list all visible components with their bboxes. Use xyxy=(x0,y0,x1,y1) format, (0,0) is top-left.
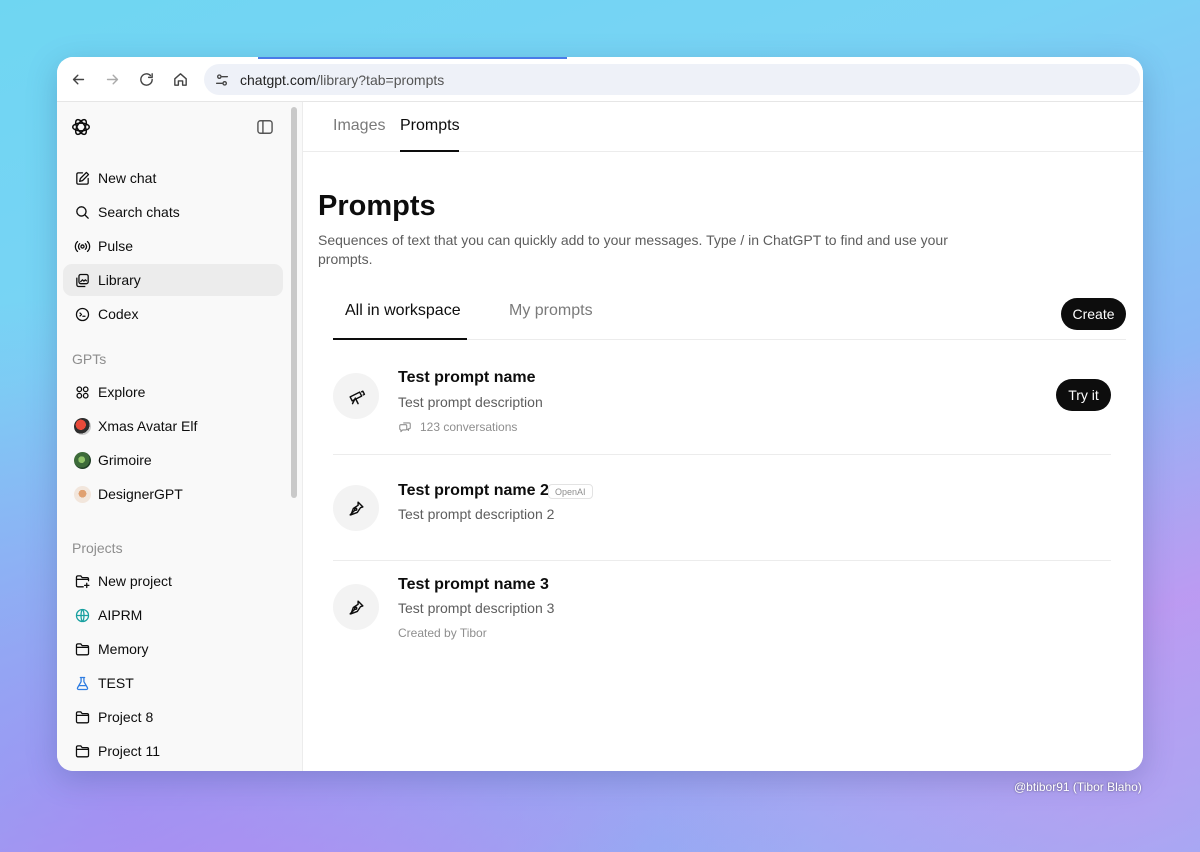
home-icon xyxy=(173,72,187,86)
sidebar-item-label: Pulse xyxy=(98,238,134,254)
sidebar-item-library[interactable]: Library xyxy=(63,264,283,296)
site-settings-icon[interactable] xyxy=(212,70,232,90)
sidebar-item-project-8[interactable]: Project 8 xyxy=(63,701,283,733)
sidebar-item-aiprm[interactable]: AIPRM xyxy=(63,599,283,631)
sidebar-item-label: TEST xyxy=(98,675,134,691)
prompt-description: Test prompt description 3 xyxy=(398,600,555,616)
folder-plus-icon xyxy=(73,572,91,590)
browser-window: chatgpt.com/library?tab=prompts New chat… xyxy=(57,57,1143,771)
sidebar-item-label: AIPRM xyxy=(98,607,143,623)
forward-button[interactable] xyxy=(101,68,123,90)
folder-icon xyxy=(73,742,91,760)
prompt-description: Test prompt description xyxy=(398,394,543,410)
sidebar-item-label: New project xyxy=(98,573,172,589)
tab-images[interactable]: Images xyxy=(333,117,385,135)
pen-nib-icon xyxy=(333,584,379,630)
page-description: Sequences of text that you can quickly a… xyxy=(318,232,948,267)
url-path: /library?tab=prompts xyxy=(316,71,445,88)
search-icon xyxy=(73,203,91,221)
gpts-heading: GPTs xyxy=(72,351,107,367)
folder-icon xyxy=(73,708,91,726)
prompt-row[interactable]: Test prompt name 2 OpenAI Test prompt de… xyxy=(333,455,1111,561)
sidebar-item-new-project[interactable]: New project xyxy=(63,565,283,597)
sidebar-item-label: Codex xyxy=(98,306,139,322)
back-button[interactable] xyxy=(67,68,89,90)
sidebar-item-explore[interactable]: Explore xyxy=(63,376,283,408)
address-bar[interactable]: chatgpt.com/library?tab=prompts xyxy=(204,64,1140,95)
reload-icon xyxy=(139,72,153,86)
prompt-name: Test prompt name 3 xyxy=(398,576,549,593)
prompt-author: Created by Tibor xyxy=(398,626,487,640)
grimoire-avatar xyxy=(73,451,91,469)
sidebar-item-label: New chat xyxy=(98,170,157,186)
sidebar-item-label: Memory xyxy=(98,641,149,657)
create-button[interactable]: Create xyxy=(1061,298,1126,330)
prompt-name: Test prompt name xyxy=(398,369,536,386)
url-host: chatgpt.com xyxy=(240,71,317,88)
sidebar-item-memory[interactable]: Memory xyxy=(63,633,283,665)
sidebar-item-test[interactable]: TEST xyxy=(63,667,283,699)
designergpt-avatar xyxy=(73,485,91,503)
sidebar-item-xmas-avatar-elf[interactable]: Xmas Avatar Elf xyxy=(63,410,283,442)
reload-button[interactable] xyxy=(135,68,157,90)
page-load-progress xyxy=(258,57,567,59)
tab-prompts[interactable]: Prompts xyxy=(400,117,460,135)
sidebar-item-codex[interactable]: Codex xyxy=(63,298,283,330)
prompt-author-text: Created by Tibor xyxy=(398,626,487,640)
sidebar-item-grimoire[interactable]: Grimoire xyxy=(63,444,283,476)
library-icon xyxy=(73,271,91,289)
chats-icon xyxy=(399,422,411,433)
try-it-button[interactable]: Try it xyxy=(1056,379,1111,411)
prompt-filter-tabs: All in workspace My prompts xyxy=(333,292,1126,340)
openai-badge: OpenAI xyxy=(548,484,593,499)
sidebar-scrollbar[interactable] xyxy=(291,107,297,498)
sidebar-item-label: Search chats xyxy=(98,204,180,220)
active-subtab-indicator xyxy=(333,338,467,340)
prompt-row[interactable]: Test prompt name Test prompt description… xyxy=(333,352,1111,455)
prompt-name: Test prompt name 2 xyxy=(398,482,549,499)
toggle-sidebar-icon[interactable] xyxy=(255,117,275,137)
sidebar-item-project-11[interactable]: Project 11 xyxy=(63,735,283,767)
page-title: Prompts xyxy=(318,190,436,222)
subtab-all-in-workspace[interactable]: All in workspace xyxy=(345,302,461,320)
prompt-usage-text: 123 conversations xyxy=(420,420,518,434)
explore-icon xyxy=(73,383,91,401)
compose-icon xyxy=(73,169,91,187)
sidebar-item-label: DesignerGPT xyxy=(98,486,183,502)
sidebar-item-label: Project 8 xyxy=(98,709,154,725)
active-tab-indicator xyxy=(400,150,459,152)
sidebar-item-pulse[interactable]: Pulse xyxy=(63,230,283,262)
sidebar-item-label: Xmas Avatar Elf xyxy=(98,418,198,434)
main-content: Images Prompts Prompts Sequences of text… xyxy=(303,102,1143,771)
sidebar-item-designergpt[interactable]: DesignerGPT xyxy=(63,478,283,510)
arrow-right-icon xyxy=(106,74,118,84)
prompt-usage: 123 conversations xyxy=(398,420,517,434)
subtab-my-prompts[interactable]: My prompts xyxy=(509,302,593,320)
prompt-description: Test prompt description 2 xyxy=(398,506,555,522)
author-credit: @btibor91 (Tibor Blaho) xyxy=(1014,780,1142,794)
telescope-icon xyxy=(333,373,379,419)
url-text: chatgpt.com/library?tab=prompts xyxy=(240,72,444,88)
sidebar: New chat Search chats Pulse Library Code… xyxy=(57,102,303,771)
browser-toolbar: chatgpt.com/library?tab=prompts xyxy=(57,57,1143,102)
sidebar-item-label: Explore xyxy=(98,384,146,400)
pulse-icon xyxy=(73,237,91,255)
openai-logo-icon[interactable] xyxy=(70,116,92,138)
arrow-left-icon xyxy=(72,74,84,84)
flask-icon xyxy=(73,674,91,692)
sidebar-item-label: Grimoire xyxy=(98,452,152,468)
pen-nib-icon xyxy=(333,485,379,531)
globe-icon xyxy=(73,606,91,624)
sidebar-item-label: Library xyxy=(98,272,141,288)
prompt-row[interactable]: Test prompt name 3 Test prompt descripti… xyxy=(333,561,1111,671)
sidebar-item-label: Project 11 xyxy=(98,743,160,759)
home-button[interactable] xyxy=(169,68,191,90)
xmas-avatar-elf-avatar xyxy=(73,417,91,435)
sidebar-item-new-chat[interactable]: New chat xyxy=(63,162,283,194)
folder-icon xyxy=(73,640,91,658)
library-tabs: Images Prompts xyxy=(303,102,1143,152)
codex-icon xyxy=(73,305,91,323)
projects-heading: Projects xyxy=(72,540,123,556)
sidebar-item-search-chats[interactable]: Search chats xyxy=(63,196,283,228)
